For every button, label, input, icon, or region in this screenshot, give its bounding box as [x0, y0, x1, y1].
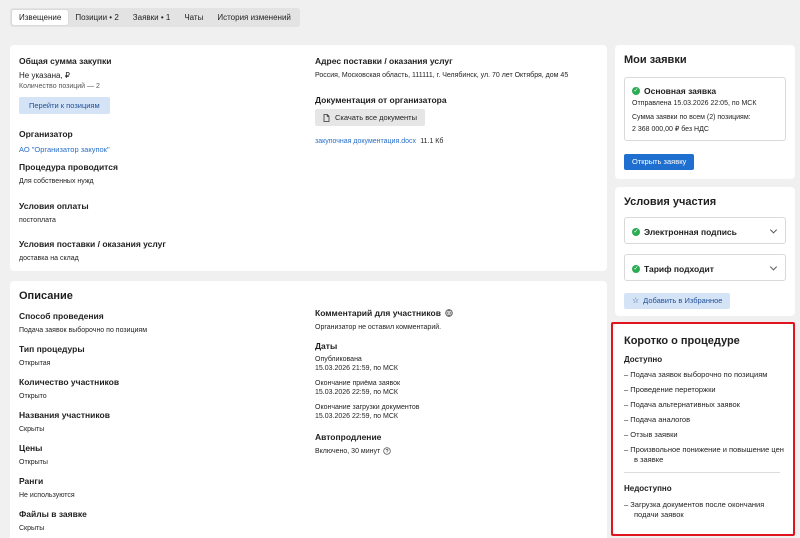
participants-count-title: Количество участников: [19, 377, 120, 387]
tab-positions[interactable]: Позиции • 2: [68, 10, 125, 25]
condition-signature-label: Электронная подпись: [644, 227, 737, 237]
condition-tariff-row: ✓ Тариф подходит: [632, 264, 714, 274]
add-favorite-label: Добавить в Избранное: [643, 296, 723, 305]
my-bids-title: Мои заявки: [624, 54, 687, 66]
highlight-box: [611, 322, 795, 536]
tab-chats[interactable]: Чаты: [177, 10, 210, 25]
bids-end-label: Окончание приёма заявок: [315, 380, 401, 387]
star-icon: ☆: [632, 296, 640, 305]
autoext-title: Автопродление: [315, 432, 382, 442]
delivery-value: доставка на склад: [19, 255, 79, 262]
conditions-title: Условия участия: [624, 196, 717, 208]
main-bid-title: Основная заявка: [644, 86, 717, 96]
doc-file-link[interactable]: закупочная документация.docx: [315, 138, 416, 145]
participants-names-title: Названия участников: [19, 410, 110, 420]
main-bid-heading: ✓ Основная заявка: [632, 86, 716, 96]
prices-title: Цены: [19, 443, 43, 453]
dates-title: Даты: [315, 341, 338, 351]
docs-end-label: Окончание загрузки документов: [315, 404, 420, 411]
description-card: Описание Способ проведения Подача заявок…: [10, 281, 607, 538]
go-to-positions-button[interactable]: Перейти к позициям: [19, 97, 110, 114]
check-circle-icon: ✓: [632, 228, 640, 236]
doc-file: закупочная документация.docx 11.1 Кб: [315, 136, 443, 145]
method-title: Способ проведения: [19, 311, 104, 321]
payment-value: постоплата: [19, 217, 56, 224]
docs-end-value: 15.03.2026 22:59, по МСК: [315, 413, 398, 420]
ranks-value: Не используются: [19, 492, 75, 499]
procedure-title: Процедура проводится: [19, 162, 118, 172]
total-sum-title: Общая сумма закупки: [19, 56, 112, 66]
condition-signature-row: ✓ Электронная подпись: [632, 227, 737, 237]
files-value: Скрыты: [19, 525, 45, 532]
bid-sent: Отправлена 15.03.2026 22:05, по МСК: [632, 100, 757, 107]
globe-icon: [445, 309, 453, 317]
condition-tariff[interactable]: ✓ Тариф подходит: [624, 254, 786, 281]
type-title: Тип процедуры: [19, 344, 85, 354]
comments-value: Организатор не оставил комментарий.: [315, 324, 442, 331]
total-sum-value: Не указана, ₽: [19, 71, 71, 80]
docs-title: Документация от организатора: [315, 95, 447, 105]
condition-tariff-label: Тариф подходит: [644, 264, 714, 274]
method-value: Подача заявок выборочно по позициям: [19, 327, 148, 334]
download-all-label: Скачать все документы: [335, 113, 417, 122]
type-value: Открытая: [19, 360, 51, 367]
organizer-title: Организатор: [19, 129, 73, 139]
main-bid-box[interactable]: ✓ Основная заявка Отправлена 15.03.2026 …: [624, 77, 786, 141]
comments-heading: Комментарий для участников: [315, 308, 453, 318]
download-all-button[interactable]: Скачать все документы: [315, 109, 425, 126]
document-icon: [323, 113, 330, 122]
bid-sum-value: 2 368 000,00 ₽ без НДС: [632, 126, 709, 133]
chevron-down-icon: [769, 262, 778, 271]
participants-names-value: Скрыты: [19, 426, 45, 433]
add-favorite-button[interactable]: ☆ Добавить в Избранное: [624, 293, 731, 309]
bid-sum-label: Сумма заявки по всем (2) позициям:: [632, 114, 751, 121]
check-circle-icon: ✓: [632, 265, 640, 273]
help-icon[interactable]: [383, 447, 391, 455]
published-label: Опубликована: [315, 356, 362, 363]
tab-notice[interactable]: Извещение: [12, 10, 69, 25]
bids-end-value: 15.03.2026 22:59, по МСК: [315, 389, 398, 396]
ranks-title: Ранги: [19, 476, 44, 486]
procedure-value: Для собственных нужд: [19, 178, 94, 185]
description-title: Описание: [19, 290, 73, 302]
summary-card: Общая сумма закупки Не указана, ₽ Количе…: [10, 45, 607, 271]
tab-bids[interactable]: Заявки • 1: [126, 10, 178, 25]
tab-history[interactable]: История изменений: [210, 10, 298, 25]
files-title: Файлы в заявке: [19, 509, 87, 519]
payment-title: Условия оплаты: [19, 201, 89, 211]
open-bid-button[interactable]: Открыть заявку: [624, 154, 695, 170]
comments-title: Комментарий для участников: [315, 308, 441, 318]
participants-count-value: Открыто: [19, 393, 47, 400]
my-bids-card: Мои заявки ✓ Основная заявка Отправлена …: [615, 45, 795, 179]
delivery-title: Условия поставки / оказания услуг: [19, 239, 166, 249]
autoext-value: Включено, 30 минут: [315, 447, 381, 455]
check-circle-icon: ✓: [632, 87, 640, 95]
conditions-card: Условия участия ✓ Электронная подпись ✓ …: [615, 187, 795, 316]
organizer-link[interactable]: АО "Организатор закупок": [19, 145, 110, 154]
doc-file-size: 11.1 Кб: [420, 138, 444, 145]
prices-value: Открыты: [19, 459, 48, 466]
chevron-down-icon: [769, 225, 778, 234]
positions-count: Количество позиций — 2: [19, 83, 100, 90]
address-title: Адрес поставки / оказания услуг: [315, 56, 453, 66]
address-value: Россия, Московская область, 111111, г. Ч…: [315, 72, 569, 79]
condition-signature[interactable]: ✓ Электронная подпись: [624, 217, 786, 244]
autoext-row: Включено, 30 минут: [315, 447, 391, 455]
published-value: 15.03.2026 21:59, по МСК: [315, 365, 398, 372]
tab-bar: Извещение Позиции • 2 Заявки • 1 Чаты Ис…: [10, 8, 300, 27]
